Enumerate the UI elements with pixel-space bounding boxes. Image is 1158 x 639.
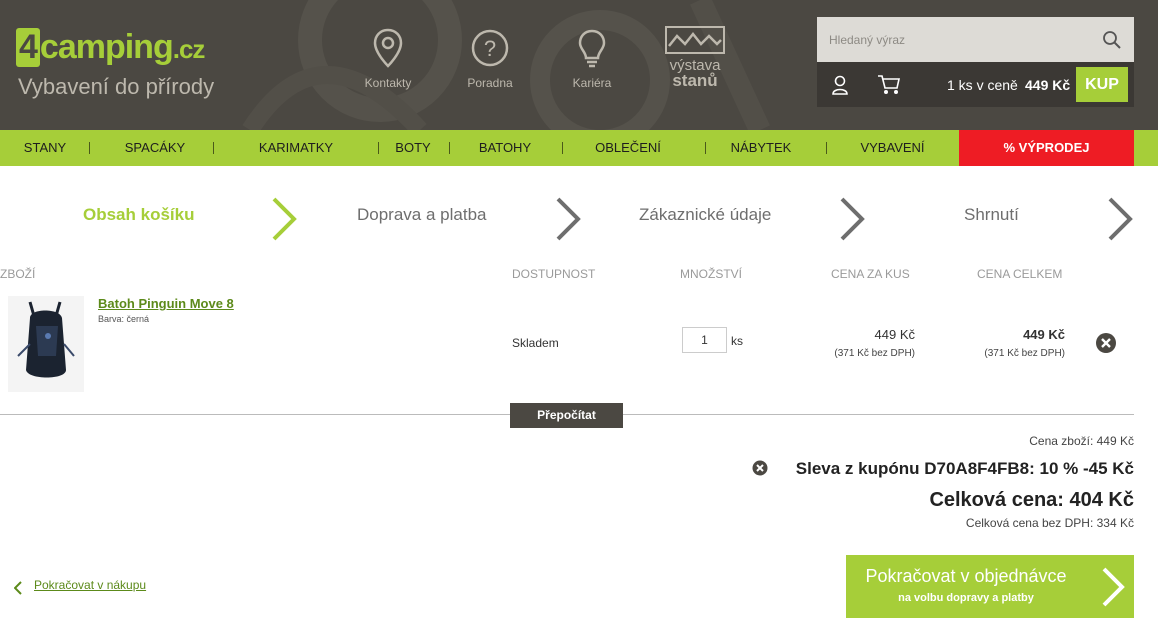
nav-item-vybaveni[interactable]: VYBAVENÍ [845, 130, 940, 166]
chevron-right-icon [1108, 197, 1133, 241]
tent-logo-icon [665, 26, 725, 54]
product-attribute: Barva: černá [98, 314, 150, 324]
availability-status: Skladem [512, 336, 559, 350]
product-name-link[interactable]: Batoh Pinguin Move 8 [98, 296, 234, 311]
nav-separator [826, 142, 827, 154]
column-header-goods: ZBOŽÍ [0, 267, 36, 281]
coupon-discount: Sleva z kupónu D70A8F4FB8: 10 % -45 Kč [795, 459, 1134, 478]
nav-item-boty[interactable]: BOTY [383, 130, 443, 166]
total-price-net: (371 Kč bez DPH) [984, 348, 1065, 359]
grand-total-net: Celková cena bez DPH: 334 Kč [965, 516, 1134, 530]
nav-separator [705, 142, 706, 154]
total-price: 449 Kč [1023, 327, 1065, 342]
grand-total: Celková cena: 404 Kč [929, 489, 1134, 511]
unit-price-net: (371 Kč bez DPH) [834, 348, 915, 359]
cart-bar: 1 ks v ceně 449 Kč KUP [817, 62, 1134, 107]
nav-item-nabytek[interactable]: NÁBYTEK [716, 130, 806, 166]
search-input[interactable] [817, 17, 1097, 62]
user-icon[interactable] [831, 75, 849, 95]
chevron-right-icon [840, 197, 865, 241]
column-header-unit-price: CENA ZA KUS [831, 267, 910, 281]
step-summary[interactable]: Shrnutí [964, 205, 1019, 225]
remove-coupon-icon[interactable] [752, 460, 768, 476]
nav-separator [562, 142, 563, 154]
lightbulb-icon [578, 29, 606, 68]
goods-price: Cena zboží: 449 Kč [1029, 434, 1134, 448]
column-header-quantity: MNOŽSTVÍ [680, 267, 742, 281]
nav-item-sale[interactable]: % VÝPRODEJ [959, 130, 1134, 166]
nav-item-spacaky[interactable]: SPACÁKY [105, 130, 205, 166]
step-shipping-payment[interactable]: Doprava a platba [357, 205, 486, 225]
nav-separator [213, 142, 214, 154]
site-header: 4camping.cz Vybavení do přírody Kontakty… [0, 0, 1158, 130]
column-header-total-price: CENA CELKEM [977, 267, 1063, 281]
question-icon: ? [471, 29, 509, 67]
site-tagline: Vybavení do přírody [18, 74, 215, 99]
exhibition-link[interactable]: výstava stanů [664, 26, 726, 89]
cart-icon[interactable] [877, 74, 901, 96]
nav-item-batohy[interactable]: BATOHY [470, 130, 540, 166]
unit-price: 449 Kč [874, 327, 915, 342]
column-header-availability: DOSTUPNOST [512, 267, 596, 281]
main-nav: STANY SPACÁKY KARIMATKY BOTY BATOHY OBLE… [0, 130, 1158, 166]
recalculate-button[interactable]: Přepočítat [510, 403, 623, 428]
remove-item-icon[interactable] [1095, 332, 1117, 354]
chevron-right-icon [556, 197, 581, 241]
chevron-left-icon [14, 581, 22, 595]
nav-poradna[interactable]: ? Poradna [450, 28, 530, 90]
continue-shopping-link[interactable]: Pokračovat v nákupu [14, 578, 146, 595]
svg-text:?: ? [484, 36, 496, 61]
step-cart-contents[interactable]: Obsah košíku [83, 205, 194, 225]
site-logo[interactable]: 4camping.cz [16, 28, 205, 67]
cart-price[interactable]: 449 Kč [1025, 77, 1070, 93]
step-customer-details[interactable]: Zákaznické údaje [639, 205, 771, 225]
cart-summary[interactable]: 1 ks v ceně [947, 77, 1018, 93]
buy-button[interactable]: KUP [1076, 67, 1128, 102]
location-pin-icon [373, 28, 403, 68]
nav-item-karimatky[interactable]: KARIMATKY [236, 130, 356, 166]
product-image[interactable] [8, 296, 84, 392]
nav-item-obleceni[interactable]: OBLEČENÍ [578, 130, 678, 166]
nav-separator [449, 142, 450, 154]
nav-kontakty[interactable]: Kontakty [348, 28, 428, 90]
nav-item-stany[interactable]: STANY [10, 130, 80, 166]
chevron-right-icon [1102, 567, 1125, 607]
search-icon[interactable] [1102, 30, 1122, 50]
quantity-input[interactable] [682, 327, 727, 353]
nav-kariera[interactable]: Kariéra [552, 28, 632, 90]
quantity-unit: ks [731, 334, 743, 348]
search-box [817, 17, 1134, 62]
nav-separator [89, 142, 90, 154]
chevron-right-icon [272, 197, 297, 241]
nav-separator [378, 142, 379, 154]
continue-order-button[interactable]: Pokračovat v objednávce na volbu dopravy… [846, 555, 1134, 618]
